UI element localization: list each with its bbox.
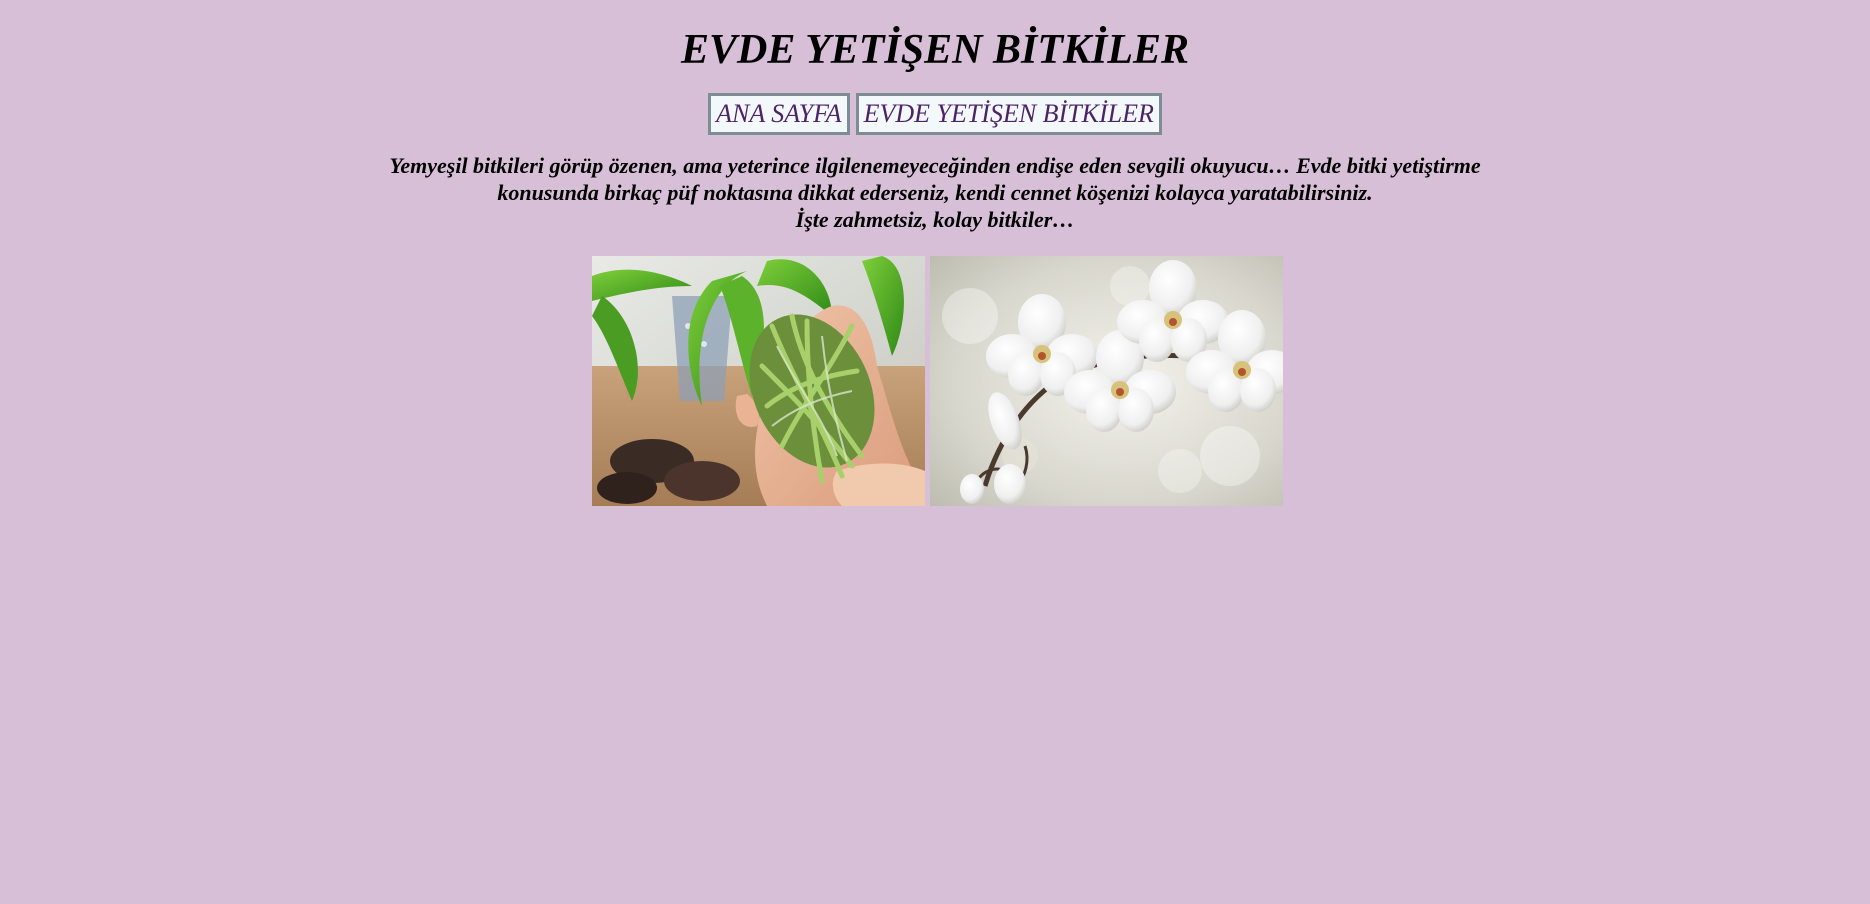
nav-link-ana-sayfa[interactable]: ANA SAYFA <box>708 93 850 135</box>
intro-text: Yemyeşil bitkileri görüp özenen, ama yet… <box>0 152 1870 233</box>
intro-line-3: İşte zahmetsiz, kolay bitkiler… <box>795 207 1075 232</box>
page: EVDE YETİŞEN BİTKİLER ANA SAYFA EVDE YET… <box>0 0 1870 904</box>
intro-line-1: Yemyeşil bitkileri görüp özenen, ama yet… <box>389 153 1481 178</box>
plant-gallery <box>592 256 1283 506</box>
nav-link-evde-yetisen-bitkiler[interactable]: EVDE YETİŞEN BİTKİLER <box>855 93 1162 135</box>
orchid-roots-photo <box>592 256 925 506</box>
main-nav: ANA SAYFA EVDE YETİŞEN BİTKİLER <box>0 93 1870 135</box>
white-orchid-photo <box>930 256 1283 506</box>
page-title: EVDE YETİŞEN BİTKİLER <box>680 27 1190 73</box>
intro-line-2: konusunda birkaç püf noktasına dikkat ed… <box>497 180 1373 205</box>
